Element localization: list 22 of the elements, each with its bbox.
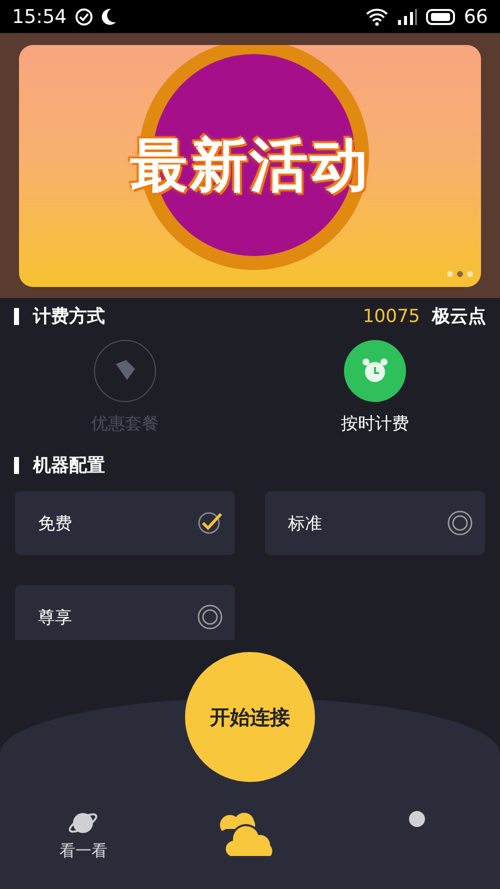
machine-option[interactable]: 标准 [265, 491, 485, 555]
battery-level: 66 [464, 6, 488, 28]
signal-icon [396, 8, 418, 26]
points-balance: 10075 [362, 306, 420, 326]
battery-icon [426, 8, 456, 26]
machine-option[interactable]: 尊享 [15, 585, 235, 640]
section-marker [14, 456, 19, 474]
page-dot[interactable] [457, 270, 463, 276]
connect-button[interactable]: 开始连接 [185, 652, 315, 782]
status-time: 15:54 [12, 6, 67, 28]
points-unit: 极云点 [432, 305, 486, 328]
nav-item[interactable]: 看一看 [23, 809, 144, 862]
check-circle-icon [74, 8, 93, 26]
section-marker [14, 308, 19, 324]
wifi-icon [366, 8, 388, 26]
machine-option[interactable]: 免费 [15, 491, 235, 555]
section-title: 机器配置 [33, 454, 105, 477]
page-dot[interactable] [447, 270, 453, 276]
moon-icon [100, 8, 117, 26]
billing-option[interactable]: 按时计费 [295, 340, 455, 435]
section-title: 计费方式 [33, 305, 105, 328]
page-dot[interactable] [467, 270, 473, 276]
